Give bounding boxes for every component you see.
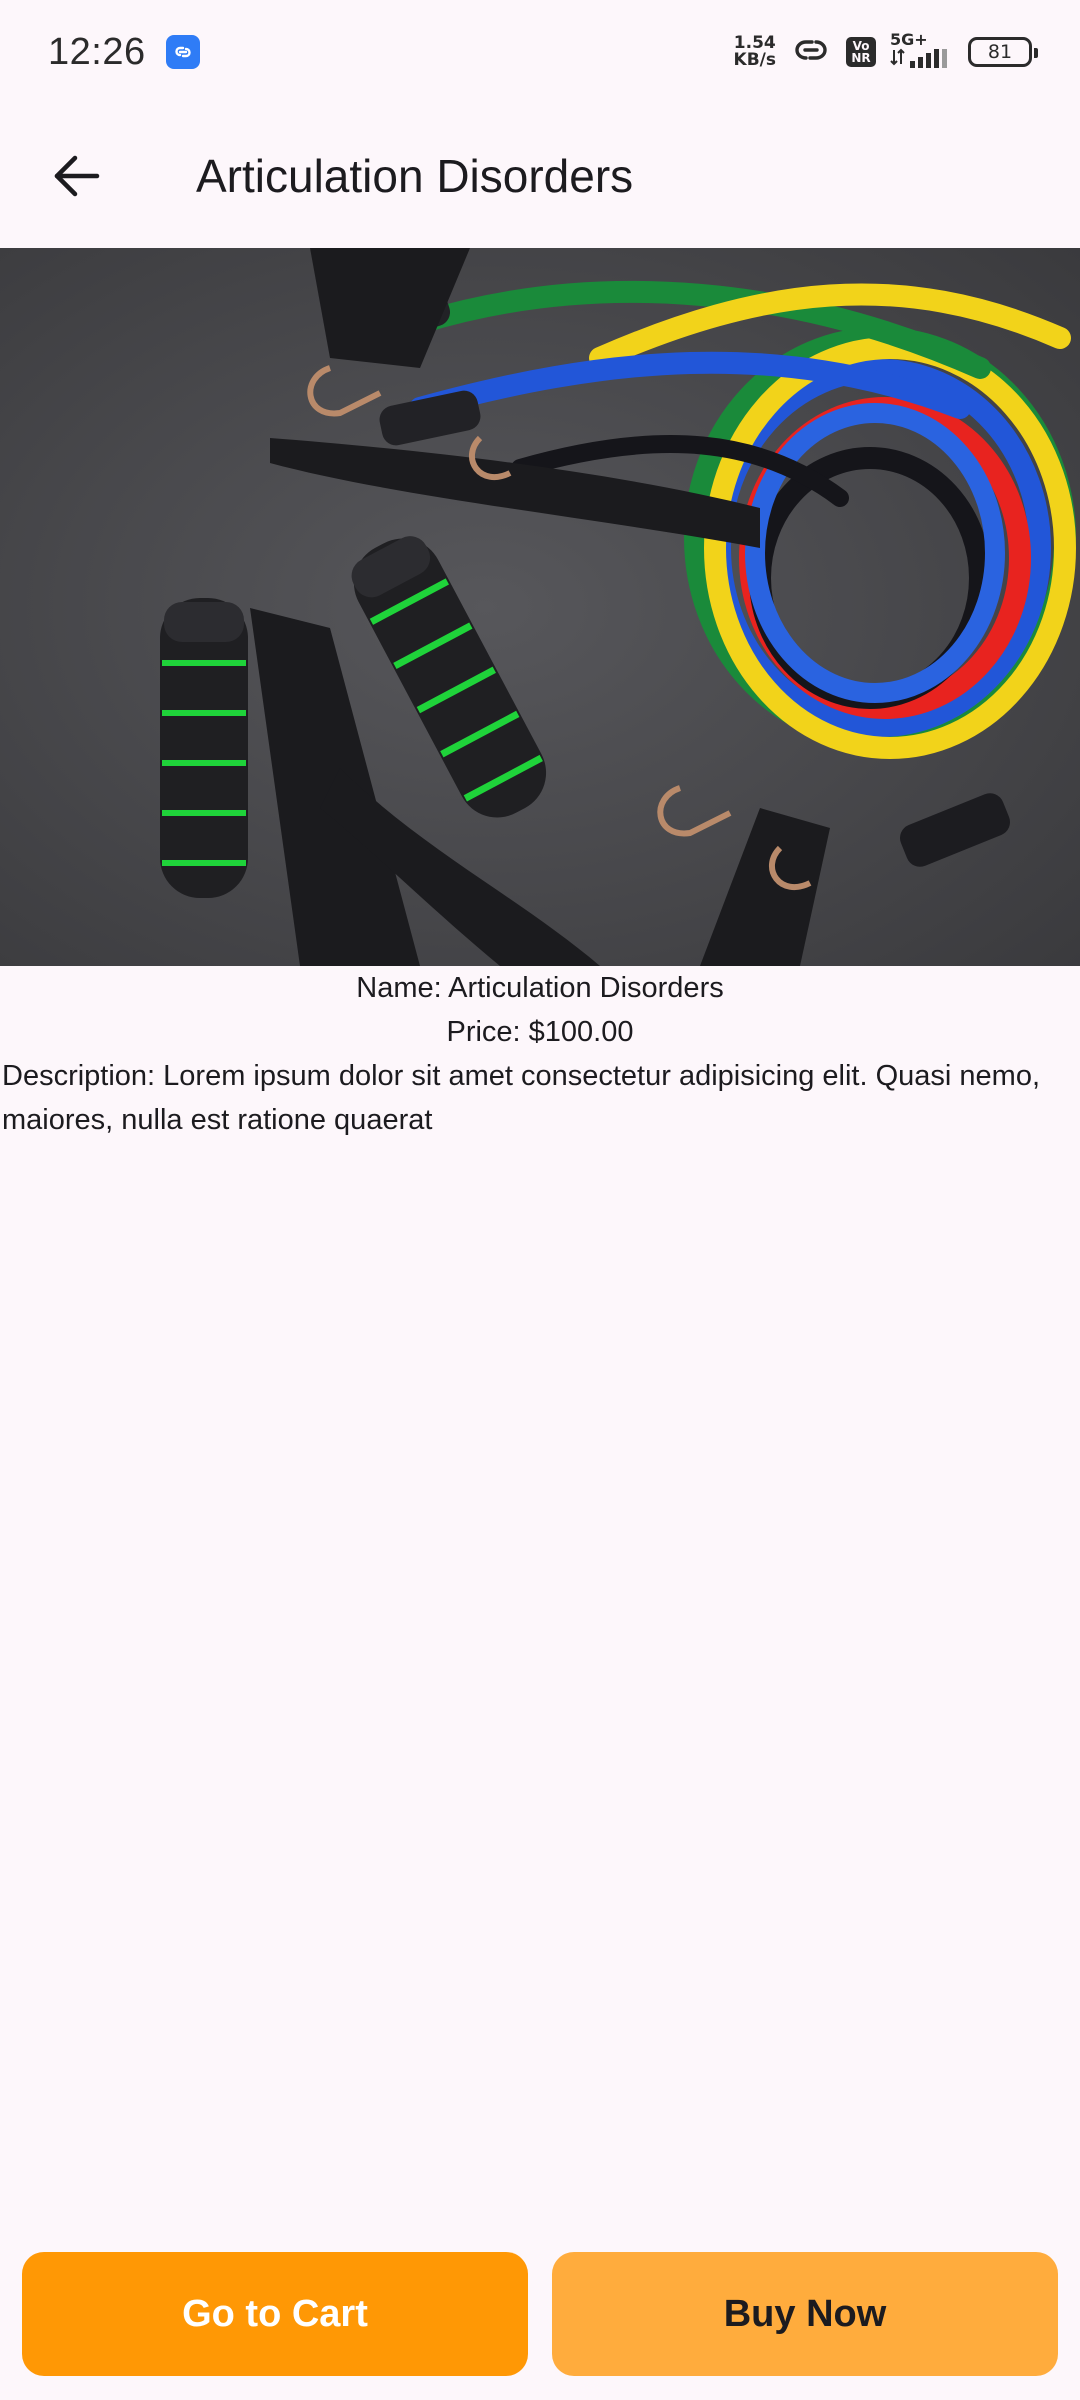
product-detail-screen: 12:26 1.54 KB/s Vo NR 5G+ 81 Articulatio… — [0, 0, 1080, 2400]
arrow-left-icon — [54, 155, 100, 197]
product-name: Name: Articulation Disorders — [356, 972, 724, 1004]
go-to-cart-button[interactable]: Go to Cart — [22, 2252, 528, 2376]
buy-now-button[interactable]: Buy Now — [552, 2252, 1058, 2376]
network-speed: 1.54 KB/s — [734, 35, 776, 69]
signal-icon — [890, 48, 954, 73]
bottom-action-bar: Go to Cart Buy Now — [0, 2252, 1080, 2376]
link-icon — [790, 35, 832, 70]
volte-icon: Vo NR — [846, 37, 876, 67]
network-type: 5G+ — [890, 29, 928, 49]
product-image — [0, 248, 1080, 966]
status-bar: 12:26 1.54 KB/s Vo NR 5G+ 81 — [0, 0, 1080, 104]
network-speed-unit: KB/s — [733, 50, 776, 70]
battery-level: 81 — [987, 41, 1013, 63]
back-button[interactable] — [28, 128, 124, 224]
page-title: Articulation Disorders — [196, 150, 634, 202]
status-indicators: 1.54 KB/s Vo NR 5G+ 81 — [734, 29, 1038, 73]
battery-icon: 81 — [968, 37, 1038, 67]
signal-indicator: 5G+ — [890, 29, 954, 73]
status-time: 12:26 — [48, 30, 146, 73]
product-price: Price: $100.00 — [446, 1016, 634, 1048]
link-app-icon — [165, 35, 200, 69]
volte-bottom: NR — [851, 51, 871, 65]
product-details: Name: Articulation Disorders Price: $100… — [0, 966, 1080, 1142]
app-bar: Articulation Disorders — [0, 104, 1080, 248]
product-description: Description: Lorem ipsum dolor sit amet … — [2, 1060, 1041, 1136]
